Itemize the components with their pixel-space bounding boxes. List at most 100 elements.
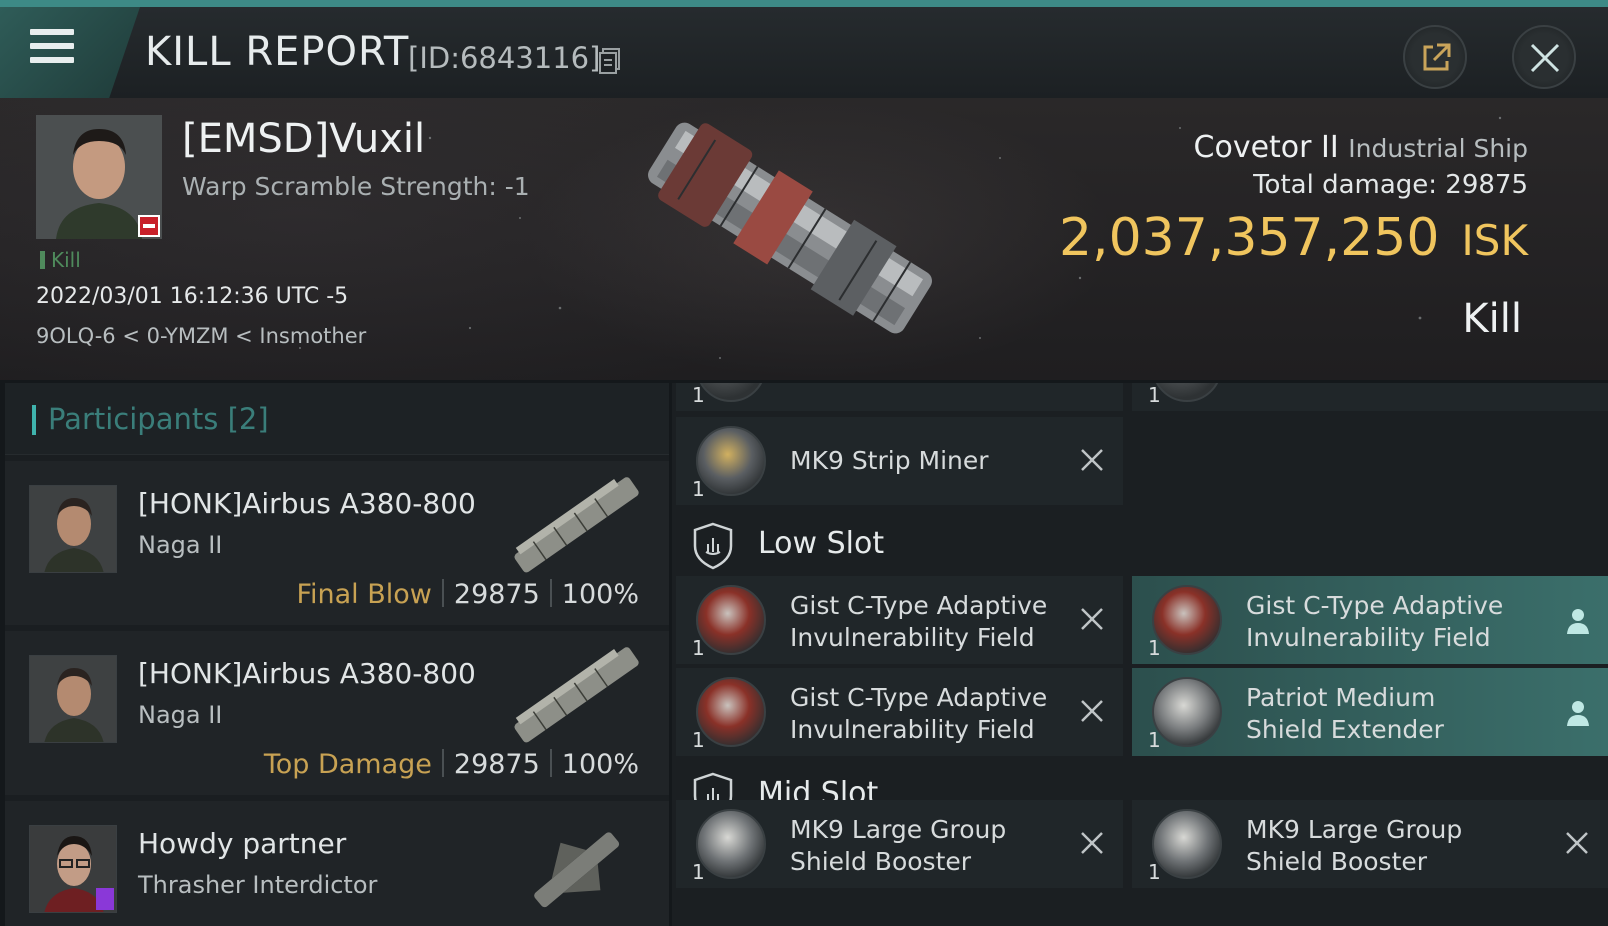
stat-divider [441, 579, 444, 607]
module-name-line: Shield Booster [1246, 847, 1428, 876]
participant-avatar[interactable] [29, 485, 117, 573]
victim-ship-image [648, 122, 932, 334]
module-quantity: 1 [692, 860, 705, 884]
participant-row[interactable]: Howdy partner Thrasher Interdictor [5, 801, 669, 926]
participant-ship-image [514, 477, 639, 573]
stat-divider [549, 579, 552, 607]
module-name-line: Invulnerability Field [790, 623, 1035, 652]
final-blow-tag: Final Blow [296, 579, 432, 610]
participant-stats: Final Blow 29875 100% [296, 579, 639, 610]
pilot-avatar [30, 486, 116, 572]
module-name: MK9 Large Group Shield Booster [790, 814, 1006, 878]
participants-title: Participants [2] [48, 402, 269, 436]
participant-name[interactable]: Howdy partner [138, 827, 346, 860]
stat-divider [441, 749, 444, 777]
fitting-panel: 1 1 1 MK9 Strip Miner Low Slot 1 Gist C-… [672, 383, 1608, 926]
low-slot-header: Low Slot [672, 510, 1608, 582]
slot-item[interactable]: 1 MK9 Strip Miner [676, 417, 1123, 505]
dropped-person-icon [1567, 701, 1589, 726]
hamburger-menu-icon[interactable] [30, 29, 76, 69]
module-name-line: Shield Extender [1246, 715, 1444, 744]
module-name: Gist C-Type Adaptive Invulnerability Fiel… [790, 590, 1047, 654]
stat-divider [549, 749, 552, 777]
module-name: MK9 Large Group Shield Booster [1246, 814, 1462, 878]
participant-avatar[interactable] [29, 655, 117, 743]
close-button[interactable] [1512, 25, 1576, 89]
module-quantity: 1 [692, 477, 705, 501]
copy-icon[interactable] [598, 47, 622, 75]
module-name: Gist C-Type Adaptive Invulnerability Fiel… [790, 682, 1047, 746]
invulnerability-field-icon [696, 677, 766, 747]
kill-location[interactable]: 9OLQ-6 < 0-YMZM < Insmother [36, 324, 366, 348]
participant-name[interactable]: [HONK]Airbus A380-800 [138, 657, 476, 690]
isk-currency: ISK [1461, 216, 1528, 265]
participant-ship: Naga II [138, 701, 223, 729]
slot-item[interactable]: 1 MK9 Large Group Shield Booster [676, 800, 1123, 888]
victim-portrait[interactable] [36, 115, 162, 239]
close-icon [1530, 43, 1560, 73]
isk-amount: 2,037,357,250 [1058, 208, 1440, 268]
slot-item[interactable]: 1 Gist C-Type Adaptive Invulnerability Fi… [676, 576, 1123, 664]
warp-scramble-strength: Warp Scramble Strength: -1 [182, 172, 530, 201]
outcome-label: Kill [1462, 296, 1522, 342]
pilot-avatar [30, 656, 116, 742]
module-name-line: MK9 Large Group [1246, 815, 1463, 844]
low-slot-title: Low Slot [758, 526, 885, 561]
shield-extender-icon [1152, 677, 1222, 747]
slot-item-partial[interactable]: 1 [1132, 383, 1608, 411]
victim-ship-name[interactable]: Covetor II Industrial Ship [1194, 130, 1528, 165]
module-quantity: 1 [1148, 636, 1161, 660]
invulnerability-field-icon [696, 585, 766, 655]
module-quantity: 1 [1148, 383, 1161, 407]
share-button[interactable] [1403, 25, 1467, 89]
slot-item[interactable]: 1 Gist C-Type Adaptive Invulnerability Fi… [676, 668, 1123, 756]
module-name-line: Patriot Medium [1246, 683, 1436, 712]
module-name-line: Gist C-Type Adaptive [790, 591, 1048, 620]
module-name: MK9 Strip Miner [790, 446, 989, 475]
destroyed-x-icon [1081, 832, 1103, 854]
shield-booster-icon [696, 809, 766, 879]
module-quantity: 1 [1148, 728, 1161, 752]
participant-ship: Thrasher Interdictor [138, 871, 378, 899]
participant-avatar[interactable] [29, 825, 117, 913]
module-name-line: Gist C-Type Adaptive [1246, 591, 1504, 620]
destroyed-x-icon [1081, 449, 1103, 471]
module-name-line: MK9 Large Group [790, 815, 1007, 844]
top-bar: KILL REPORT [ID:6843116] [0, 0, 1608, 98]
slot-item[interactable]: 1 MK9 Large Group Shield Booster [1132, 800, 1608, 888]
participant-percent: 100% [561, 749, 639, 780]
module-name-line: Gist C-Type Adaptive [790, 683, 1048, 712]
participant-percent: 100% [561, 579, 639, 610]
module-name-line: Shield Booster [790, 847, 972, 876]
participant-name[interactable]: [HONK]Airbus A380-800 [138, 487, 476, 520]
report-id: [ID:6843116] [408, 41, 601, 75]
header-accent-bar [32, 405, 36, 435]
victim-name[interactable]: [EMSD]Vuxil [182, 116, 425, 162]
page-title: KILL REPORT [145, 29, 410, 75]
shield-booster-icon [1152, 809, 1222, 879]
ship-class: Industrial Ship [1348, 134, 1528, 163]
ship-name-text: Covetor II [1193, 130, 1339, 165]
module-quantity: 1 [692, 383, 705, 407]
dropped-person-icon [1567, 609, 1589, 634]
participants-panel: Participants [2] [HONK]Airbus A380-800 N… [5, 383, 669, 926]
module-quantity: 1 [1148, 860, 1161, 884]
participant-stats: Top Damage 29875 100% [264, 749, 639, 780]
participant-ship-image [534, 832, 620, 908]
module-name: Patriot Medium Shield Extender [1246, 682, 1444, 746]
destroyed-x-icon [1566, 832, 1588, 854]
slot-item-dropped[interactable]: 1 Gist C-Type Adaptive Invulnerability Fi… [1132, 576, 1608, 664]
module-quantity: 1 [692, 636, 705, 660]
participants-header: Participants [2] [5, 383, 669, 455]
module-icon [696, 383, 766, 402]
module-icon [1152, 383, 1222, 402]
share-icon [1423, 43, 1451, 71]
participant-row[interactable]: [HONK]Airbus A380-800 Naga II Final Blow… [5, 461, 669, 625]
destroyed-x-icon [1081, 700, 1103, 722]
participant-ship-image [514, 647, 639, 743]
total-damage: Total damage: 29875 [1253, 170, 1528, 200]
slot-item-dropped[interactable]: 1 Patriot Medium Shield Extender [1132, 668, 1608, 756]
slot-item-partial[interactable]: 1 [676, 383, 1123, 411]
participant-ship: Naga II [138, 531, 223, 559]
participant-row[interactable]: [HONK]Airbus A380-800 Naga II Top Damage… [5, 631, 669, 795]
